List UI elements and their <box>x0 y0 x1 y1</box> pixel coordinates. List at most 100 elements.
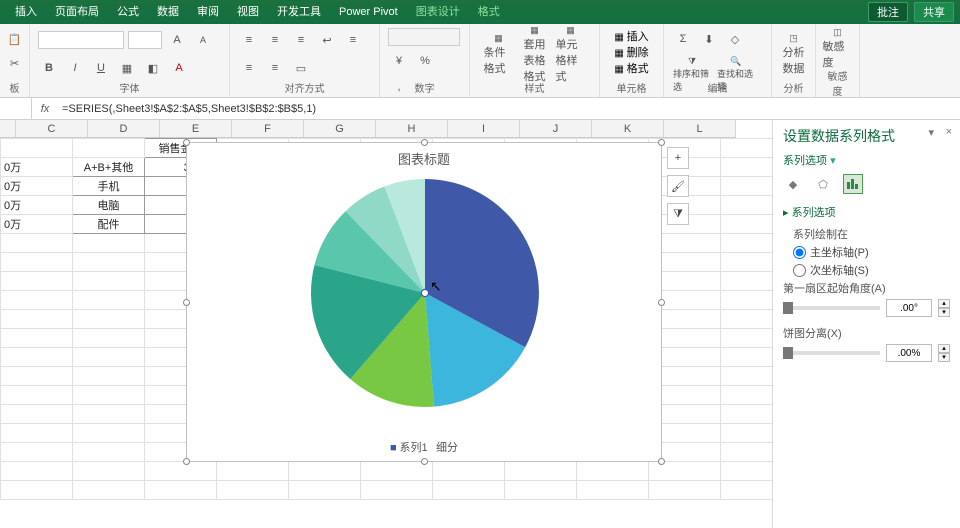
first-slice-angle-label: 第一扇区起始角度(A) <box>783 280 950 296</box>
series-options-dropdown[interactable]: 系列选项 ▾ <box>783 152 950 168</box>
tab-data[interactable]: 数据 <box>148 0 188 24</box>
comment-button[interactable]: 批注 <box>868 2 908 22</box>
format-series-pane: 设置数据系列格式 × ▾ 系列选项 ▾ ◆ ⬠ ▸ 系列选项 系列绘制在 主坐标… <box>772 120 960 528</box>
group-analyze: 分析 <box>784 80 804 95</box>
wrap-icon[interactable]: ↩ <box>316 29 338 51</box>
tab-layout[interactable]: 页面布局 <box>46 0 108 24</box>
font-family-select[interactable] <box>38 31 124 49</box>
increase-font-icon[interactable]: A <box>166 29 188 51</box>
group-cells: 单元格 <box>617 80 647 95</box>
col-H[interactable]: H <box>376 120 448 137</box>
align-center-icon[interactable]: ≡ <box>238 57 260 79</box>
underline-button[interactable]: U <box>90 57 112 79</box>
paste-icon[interactable]: 📋 <box>4 28 26 50</box>
tab-review[interactable]: 审阅 <box>188 0 228 24</box>
align-top-icon[interactable]: ≡ <box>238 29 260 51</box>
italic-button[interactable]: I <box>64 57 86 79</box>
explosion-label: 饼图分离(X) <box>783 325 950 341</box>
bold-button[interactable]: B <box>38 57 60 79</box>
tab-chart-design[interactable]: 图表设计 <box>407 0 469 24</box>
secondary-axis-radio[interactable]: 次坐标轴(S) <box>793 262 950 278</box>
sensitivity-button[interactable]: ◫敏感度 <box>822 28 854 68</box>
chart-add-element-icon[interactable]: + <box>667 147 689 169</box>
angle-slider[interactable] <box>783 306 880 310</box>
tab-dev[interactable]: 开发工具 <box>268 0 330 24</box>
pane-options-icon[interactable]: ▾ <box>928 126 934 139</box>
group-edit: 编辑 <box>708 80 728 95</box>
cell-style-button[interactable]: ▦单元格样式 <box>555 34 587 74</box>
group-clipboard: 板 <box>10 80 20 95</box>
tab-format[interactable]: 格式 <box>469 0 509 24</box>
col-K[interactable]: K <box>592 120 664 137</box>
col-G[interactable]: G <box>304 120 376 137</box>
fx-icon[interactable]: fx <box>32 103 58 115</box>
col-J[interactable]: J <box>520 120 592 137</box>
tab-formula[interactable]: 公式 <box>108 0 148 24</box>
explosion-input[interactable] <box>886 344 932 362</box>
merge-icon[interactable]: ▭ <box>290 57 312 79</box>
tab-view[interactable]: 视图 <box>228 0 268 24</box>
close-icon[interactable]: × <box>946 126 952 138</box>
col-F[interactable]: F <box>232 120 304 137</box>
menu-tabs: 插入 页面布局 公式 数据 审阅 视图 开发工具 Power Pivot 图表设… <box>0 0 960 24</box>
explosion-slider[interactable] <box>783 351 880 355</box>
chart-title[interactable]: 图表标题 <box>187 143 661 174</box>
col-C[interactable]: C <box>16 120 88 137</box>
pane-title: 设置数据系列格式 <box>783 126 950 146</box>
group-styles: 样式 <box>525 80 545 95</box>
col-E[interactable]: E <box>160 120 232 137</box>
percent-icon[interactable]: % <box>414 50 436 72</box>
font-color-icon[interactable]: A <box>168 57 190 79</box>
effects-icon[interactable]: ⬠ <box>813 174 833 194</box>
series-options-icon[interactable] <box>843 174 863 194</box>
group-align: 对齐方式 <box>285 80 325 95</box>
align-left-icon[interactable]: ≡ <box>342 29 364 51</box>
section-series-options[interactable]: ▸ 系列选项 <box>783 204 950 220</box>
col-D[interactable]: D <box>88 120 160 137</box>
align-mid-icon[interactable]: ≡ <box>264 29 286 51</box>
cond-format-button[interactable]: ▦条件格式 <box>483 34 515 74</box>
analyze-button[interactable]: ◳分析 数据 <box>778 34 810 74</box>
format-cells-button[interactable]: ▦ 格式 <box>614 60 648 76</box>
chart-object[interactable]: 图表标题 ■ 系列1 细分 <box>186 142 662 462</box>
sort-filter-button[interactable]: ⧩排序和筛选 <box>672 54 712 94</box>
col-I[interactable]: I <box>448 120 520 137</box>
share-button[interactable]: 共享 <box>914 2 954 22</box>
angle-input[interactable] <box>886 299 932 317</box>
tab-powerpivot[interactable]: Power Pivot <box>330 0 407 24</box>
name-box[interactable] <box>0 98 32 119</box>
border-icon[interactable]: ▦ <box>116 57 138 79</box>
chart-legend: ■ 系列1 细分 <box>187 439 661 455</box>
align-bot-icon[interactable]: ≡ <box>290 29 312 51</box>
tab-insert[interactable]: 插入 <box>6 0 46 24</box>
angle-spin-up[interactable]: ▴ <box>938 299 950 308</box>
explosion-spin-down[interactable]: ▾ <box>938 353 950 362</box>
number-format-select[interactable] <box>388 28 460 46</box>
group-sens: 敏感度 <box>824 68 851 98</box>
delete-cells-button[interactable]: ▦ 删除 <box>614 44 648 60</box>
chart-styles-icon[interactable]: 🖌 <box>667 175 689 197</box>
table-style-button[interactable]: ▦套用 表格格式 <box>519 34 551 74</box>
col-L[interactable]: L <box>664 120 736 137</box>
cut-icon[interactable]: ✂ <box>4 52 26 74</box>
formula-input[interactable]: =SERIES(,Sheet3!$A$2:$A$5,Sheet3!$B$2:$B… <box>58 103 960 115</box>
clear-icon[interactable]: ◇ <box>724 28 746 50</box>
align-right-icon[interactable]: ≡ <box>264 57 286 79</box>
formula-bar: fx =SERIES(,Sheet3!$A$2:$A$5,Sheet3!$B$2… <box>0 98 960 120</box>
fill-line-icon[interactable]: ◆ <box>783 174 803 194</box>
comma-icon[interactable]: , <box>388 76 410 98</box>
font-size-select[interactable] <box>128 31 162 49</box>
plot-on-label: 系列绘制在 <box>793 226 950 242</box>
insert-cells-button[interactable]: ▦ 插入 <box>614 28 648 44</box>
pie-chart-svg[interactable] <box>295 173 555 413</box>
explosion-spin-up[interactable]: ▴ <box>938 344 950 353</box>
angle-spin-down[interactable]: ▾ <box>938 308 950 317</box>
autosum-icon[interactable]: Σ <box>672 28 694 50</box>
currency-icon[interactable]: ¥ <box>388 50 410 72</box>
primary-axis-radio[interactable]: 主坐标轴(P) <box>793 244 950 260</box>
group-font: 字体 <box>120 80 140 95</box>
fill-icon[interactable]: ⬇ <box>698 28 720 50</box>
decrease-font-icon[interactable]: A <box>192 29 214 51</box>
fill-color-icon[interactable]: ◧ <box>142 57 164 79</box>
chart-filter-icon[interactable]: ⧩ <box>667 203 689 225</box>
